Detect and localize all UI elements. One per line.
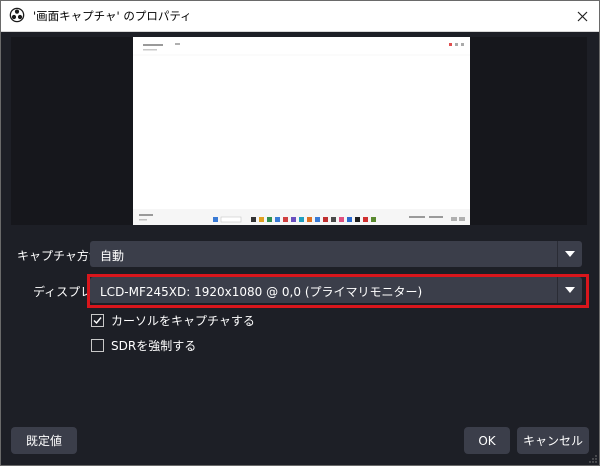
force-sdr-option[interactable]: SDRを強制する	[91, 337, 196, 353]
chevron-down-icon	[565, 251, 575, 257]
ok-button[interactable]: OK	[464, 427, 510, 454]
cancel-button[interactable]: キャンセル	[517, 427, 589, 454]
capture-method-select[interactable]: 自動	[90, 241, 582, 267]
obs-logo-icon	[9, 7, 25, 23]
force-sdr-label: SDRを強制する	[111, 338, 197, 353]
screen-preview-image	[133, 37, 470, 225]
capture-method-label: キャプチャ方法	[17, 249, 101, 263]
capture-method-value: 自動	[100, 249, 125, 263]
display-dropdown-button[interactable]	[557, 277, 582, 303]
force-sdr-checkbox[interactable]	[91, 338, 104, 352]
display-value: LCD-MF245XD: 1920x1080 @ 0,0 (プライマリモニター)	[100, 285, 423, 299]
resize-grip-icon[interactable]	[589, 455, 597, 463]
capture-cursor-label: カーソルをキャプチャする	[111, 313, 255, 328]
capture-preview	[11, 37, 587, 225]
title-bar: '画面キャプチャ' のプロパティ	[1, 1, 599, 32]
defaults-button[interactable]: 既定値	[11, 427, 77, 454]
display-select[interactable]: LCD-MF245XD: 1920x1080 @ 0,0 (プライマリモニター)	[90, 277, 582, 303]
chevron-down-icon	[565, 287, 575, 293]
properties-dialog: '画面キャプチャ' のプロパティ キャプチャ方法 自動 ディスプレイ LCD-M…	[0, 0, 600, 466]
capture-cursor-option[interactable]: カーソルをキャプチャする	[91, 312, 255, 328]
checkmark-icon	[93, 316, 102, 324]
close-icon	[577, 11, 587, 21]
close-button[interactable]	[565, 1, 599, 31]
capture-method-dropdown-button[interactable]	[557, 241, 582, 267]
window-title: '画面キャプチャ' のプロパティ	[33, 9, 192, 23]
capture-cursor-checkbox[interactable]	[91, 313, 104, 327]
